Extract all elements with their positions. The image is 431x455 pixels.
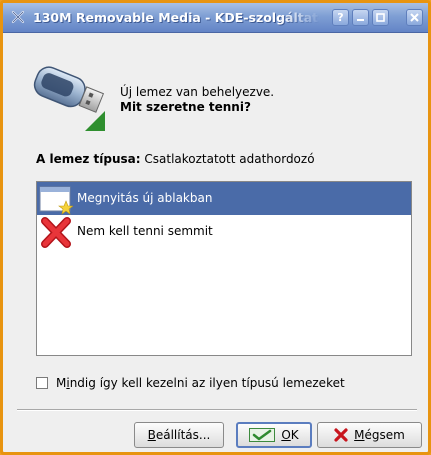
app-menu-icon[interactable] xyxy=(10,9,26,25)
red-x-icon xyxy=(39,216,73,248)
message-line-2: Mit szeretne tenni? xyxy=(120,100,251,114)
disk-type-row: A lemez típusa: Csatlakoztatott adathord… xyxy=(36,152,315,166)
checkmark-icon xyxy=(249,428,276,442)
always-do-this-label[interactable]: Mindig így kell kezelni az ilyen típusú … xyxy=(56,376,345,390)
cancel-button[interactable]: Mégsem xyxy=(317,422,422,448)
action-list[interactable]: Megnyitás új ablakban Nem kell tenni sem… xyxy=(36,181,412,356)
window-title: 130M Removable Media - KDE-szolgáltatás xyxy=(33,10,320,25)
always-do-this-row[interactable]: Mindig így kell kezelni az ilyen típusú … xyxy=(36,376,345,390)
list-item-do-nothing[interactable]: Nem kell tenni semmit xyxy=(37,215,411,248)
dialog-window: 130M Removable Media - KDE-szolgáltatás … xyxy=(0,0,431,455)
disk-type-label: A lemez típusa: xyxy=(36,152,141,166)
maximize-button[interactable] xyxy=(372,9,389,26)
list-item-open-new-window[interactable]: Megnyitás új ablakban xyxy=(37,182,411,215)
always-do-this-checkbox[interactable] xyxy=(36,377,48,389)
close-button[interactable] xyxy=(406,9,423,26)
separator xyxy=(17,409,417,411)
ok-button[interactable]: OK xyxy=(236,422,312,448)
disk-type-value: Csatlakoztatott adathordozó xyxy=(144,152,315,166)
usb-drive-icon xyxy=(29,55,105,131)
open-window-icon xyxy=(39,183,74,215)
help-button[interactable]: ? xyxy=(332,9,349,26)
list-item-label: Megnyitás új ablakban xyxy=(77,191,213,205)
settings-button[interactable]: Beállítás... xyxy=(134,422,224,448)
cancel-x-icon xyxy=(334,428,348,442)
message-line-1: Új lemez van behelyezve. xyxy=(120,85,275,99)
titlebar[interactable]: 130M Removable Media - KDE-szolgáltatás … xyxy=(3,3,428,33)
minimize-button[interactable] xyxy=(352,9,369,26)
list-item-label: Nem kell tenni semmit xyxy=(77,224,213,238)
